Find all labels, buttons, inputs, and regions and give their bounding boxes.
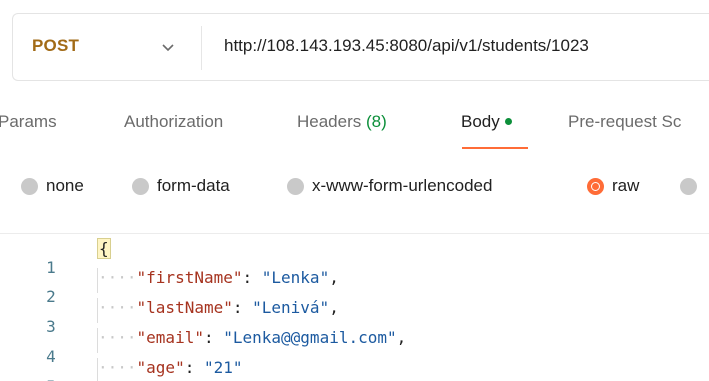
json-separator: : [232,298,253,317]
radio-selected-icon [587,178,604,195]
url-input[interactable]: http://108.143.193.45:8080/api/v1/studen… [224,36,589,56]
code-line: 2 ····"firstName": "Lenka", [0,268,709,306]
radio-circle-icon [21,178,38,195]
tab-pre-request-script[interactable]: Pre-request Sc [568,112,681,132]
code-text: ····"age": "21" [98,358,243,377]
radio-urlencoded-label: x-www-form-urlencoded [312,176,493,195]
code-line: 1 { [0,238,709,277]
chevron-down-icon[interactable] [160,42,176,54]
tab-headers[interactable]: Headers (8) [297,112,387,132]
request-url-bar: POST http://108.143.193.45:8080/api/v1/s… [12,13,709,81]
radio-raw-label: raw [612,176,640,195]
radio-circle-icon [287,178,304,195]
body-code-editor[interactable]: 1 { 2 ····"firstName": "Lenka", 3 ····"l… [0,233,709,381]
code-line: 3 ····"lastName": "Lenivá", [0,298,709,336]
method-select[interactable]: POST [32,36,79,56]
json-value: "Lenka" [261,268,330,287]
tab-body[interactable]: Body [461,112,512,132]
code-line: 4 ····"email": "Lenka@@gmail.com", [0,328,709,366]
tab-params[interactable]: Params [0,112,57,132]
json-end: , [329,268,339,287]
radio-circle-icon [680,178,697,195]
url-divider [201,26,202,70]
radio-form-data-label: form-data [157,176,230,195]
postman-request-view: POST http://108.143.193.45:8080/api/v1/s… [0,0,709,381]
request-tabs: Params Authorization Headers (8) Body Pr… [0,106,709,156]
code-text: { [97,238,111,259]
json-value: "Lenivá" [252,298,330,317]
json-end: , [396,328,407,347]
json-key: "lastName" [136,298,233,317]
json-separator: : [242,268,262,287]
code-line: 5 ····"age": "21" [0,358,709,381]
json-end: , [329,298,339,317]
line-number: 5 [38,377,64,381]
json-value: "21" [203,358,243,377]
open-brace: { [97,238,111,259]
json-separator: : [184,358,204,377]
code-text: ····"lastName": "Lenivá", [98,298,339,317]
radio-none-label: none [46,176,84,195]
dot-icon [504,118,512,126]
tab-headers-label: Headers [297,112,362,131]
code-text: ····"email": "Lenka@@gmail.com", [98,328,407,347]
json-separator: : [203,328,224,347]
radio-circle-icon [132,178,149,195]
tab-headers-count: (8) [366,112,387,131]
code-text: ····"firstName": "Lenka", [98,268,339,287]
json-key: "email" [136,328,204,347]
body-type-selector: none form-data x-www-form-urlencoded raw [0,168,709,204]
active-tab-indicator [462,147,528,149]
json-key: "age" [136,358,185,377]
json-value: "Lenka@@gmail.com" [223,328,397,347]
tab-authorization[interactable]: Authorization [124,112,223,132]
json-key: "firstName" [136,268,243,287]
tab-body-label: Body [461,112,500,131]
